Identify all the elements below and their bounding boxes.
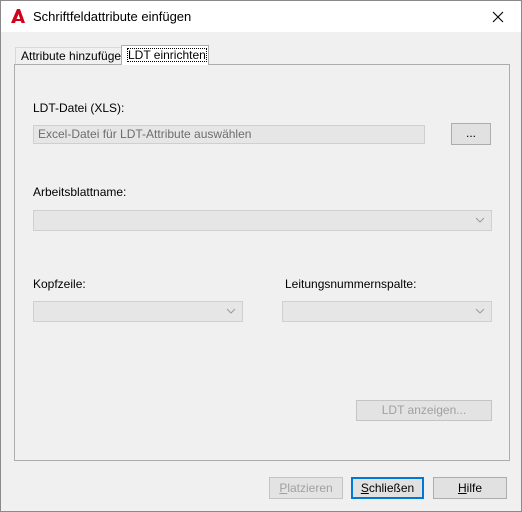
header-row-label: Kopfzeile:	[33, 277, 86, 291]
close-label-rest: chließen	[368, 481, 415, 495]
title-bar: Schriftfeldattribute einfügen	[1, 1, 521, 32]
dialog-window: Schriftfeldattribute einfügen Attribute …	[0, 0, 522, 512]
show-ldt-button[interactable]: LDT anzeigen...	[356, 400, 492, 421]
place-button[interactable]: Platzieren	[269, 477, 343, 499]
header-row-select[interactable]	[33, 301, 243, 322]
close-icon	[492, 11, 504, 22]
window-title: Schriftfeldattribute einfügen	[33, 9, 192, 24]
autocad-logo-icon	[11, 9, 25, 23]
chevron-down-icon	[475, 308, 485, 314]
chevron-down-icon	[475, 217, 485, 223]
ldt-file-label: LDT-Datei (XLS):	[33, 101, 125, 115]
sheet-name-label: Arbeitsblattname:	[33, 185, 127, 199]
help-button[interactable]: Hilfe	[433, 477, 507, 499]
ldt-file-input[interactable]: Excel-Datei für LDT-Attribute auswählen	[33, 125, 425, 144]
close-dialog-button[interactable]: Schließen	[351, 477, 424, 499]
tab-label: LDT einrichten	[127, 48, 207, 62]
tab-panel: LDT-Datei (XLS): Excel-Datei für LDT-Att…	[14, 64, 510, 461]
sheet-name-select[interactable]	[33, 210, 492, 231]
place-label-rest: latzieren	[287, 481, 333, 495]
help-label-rest: ilfe	[466, 481, 482, 495]
help-mnemonic: H	[457, 481, 467, 495]
line-number-column-label: Leitungsnummernspalte:	[285, 277, 417, 291]
tab-ldt-einrichten[interactable]: LDT einrichten	[121, 45, 209, 65]
close-button[interactable]	[475, 1, 521, 32]
close-mnemonic: S	[360, 481, 369, 495]
browse-button[interactable]: ...	[451, 123, 491, 145]
tab-attribute-hinzufuegen[interactable]: Attribute hinzufügen	[15, 47, 128, 65]
chevron-down-icon	[226, 308, 236, 314]
line-number-column-select[interactable]	[282, 301, 492, 322]
